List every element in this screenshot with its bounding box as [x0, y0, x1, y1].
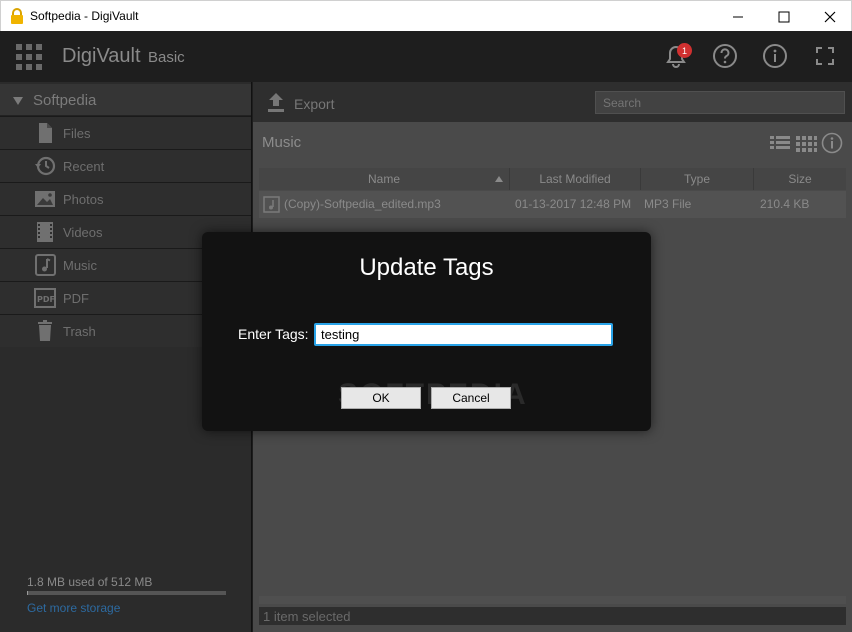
main-toolbar: Export [253, 82, 852, 122]
cancel-button[interactable]: Cancel [431, 387, 511, 409]
window-title: Softpedia - DigiVault [30, 9, 139, 23]
sidebar-root[interactable]: Softpedia [0, 84, 251, 116]
row-size: 210.4 KB [760, 197, 810, 211]
tags-input[interactable] [314, 323, 613, 346]
ok-button[interactable]: OK [341, 387, 421, 409]
info-icon[interactable] [762, 43, 788, 69]
sidebar-item-label: Music [63, 258, 97, 273]
lock-icon [11, 8, 23, 24]
maximize-button[interactable] [761, 1, 807, 32]
file-icon [39, 123, 52, 143]
collapse-triangle-icon[interactable] [13, 97, 23, 105]
sidebar-item-recent[interactable]: Recent [0, 149, 251, 182]
minimize-icon [733, 16, 743, 17]
storage-usage-fill [27, 591, 28, 595]
storage-usage-text: 1.8 MB used of 512 MB [27, 575, 153, 589]
image-icon [35, 191, 55, 207]
column-header-name[interactable]: Name [259, 168, 510, 190]
horizontal-scrollbar[interactable] [259, 596, 846, 604]
details-info-icon[interactable] [821, 132, 843, 154]
sidebar-item-label: Recent [63, 159, 105, 174]
close-button[interactable] [807, 1, 852, 32]
sidebar-item-label: Trash [63, 324, 96, 339]
table-row[interactable]: (Copy)-Softpedia_edited.mp3 01-13-2017 1… [259, 191, 846, 218]
row-type: MP3 File [644, 197, 692, 211]
search-input[interactable] [595, 91, 845, 114]
music-icon [35, 254, 56, 276]
fullscreen-icon[interactable] [812, 43, 838, 69]
update-tags-dialog: Update Tags Enter Tags: SOFTPEDIA OK Can… [202, 232, 651, 431]
export-button[interactable]: Export [294, 96, 334, 112]
sidebar-item-label: Photos [63, 192, 104, 207]
sort-ascending-icon [495, 176, 503, 182]
row-name: (Copy)-Softpedia_edited.mp3 [284, 197, 441, 211]
sidebar-root-label: Softpedia [33, 92, 97, 109]
dialog-title: Update Tags [359, 254, 494, 281]
sidebar-item-label: Files [63, 126, 91, 141]
tags-label: Enter Tags: [238, 326, 309, 342]
trash-icon [38, 320, 52, 341]
sidebar-item-label: Videos [63, 225, 103, 240]
get-more-storage-link[interactable]: Get more storage [27, 601, 120, 615]
film-icon [37, 222, 53, 242]
help-icon[interactable] [712, 43, 738, 69]
row-modified: 01-13-2017 12:48 PM [515, 197, 632, 211]
export-icon[interactable] [266, 91, 286, 113]
app-header: DigiVault Basic [0, 31, 852, 82]
history-icon [35, 156, 56, 176]
folder-title: Music [262, 134, 302, 151]
app-name: DigiVault [62, 45, 141, 67]
window-titlebar: Softpedia - DigiVault [0, 0, 852, 31]
column-header-modified[interactable]: Last Modified [510, 168, 641, 190]
audio-file-icon [263, 196, 280, 213]
sidebar-item-files[interactable]: Files [0, 116, 251, 149]
table-header: Name Last Modified Type Size [259, 168, 846, 190]
svg-text:PDF: PDF [37, 295, 55, 304]
list-view-icon[interactable] [769, 132, 791, 154]
grid-view-icon[interactable] [795, 132, 817, 154]
sidebar-item-photos[interactable]: Photos [0, 182, 251, 215]
notification-badge: 1 [677, 43, 692, 58]
maximize-icon [778, 11, 790, 22]
close-icon [824, 11, 836, 22]
minimize-button[interactable] [715, 1, 761, 32]
storage-usage-bar [27, 591, 226, 595]
apps-grid-icon[interactable] [16, 44, 42, 70]
column-header-type[interactable]: Type [641, 168, 754, 190]
pdf-icon: PDF [34, 288, 56, 308]
status-bar: 1 item selected [259, 607, 846, 625]
column-header-size[interactable]: Size [754, 168, 846, 190]
selection-status: 1 item selected [263, 609, 351, 624]
app-edition: Basic [148, 49, 185, 66]
sidebar-item-label: PDF [63, 291, 89, 306]
